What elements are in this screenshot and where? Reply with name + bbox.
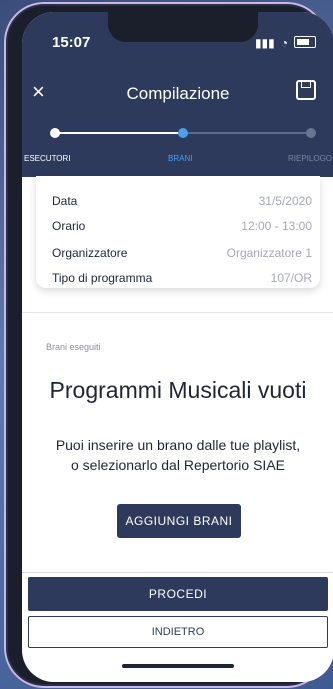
stepper-line-done bbox=[56, 132, 184, 134]
step-dot-brani[interactable] bbox=[178, 128, 188, 138]
empty-state-title: Programmi Musicali vuoti bbox=[49, 377, 307, 403]
signal-icon: ▮▮▮ bbox=[254, 36, 275, 50]
detail-value: 12:00 - 13:00 bbox=[241, 219, 312, 233]
app-screen: 15:07 ▮▮▮ ◔ × Compilazione ESECUTORI BRA… bbox=[22, 12, 333, 682]
wifi-icon: ◔ bbox=[280, 36, 288, 50]
page-title: Compilazione bbox=[126, 84, 230, 103]
section-label: Brani eseguiti bbox=[46, 342, 101, 352]
detail-row-organizzatore: Organizzatore Organizzatore 1 bbox=[52, 246, 312, 260]
detail-row-orario: Orario 12:00 - 13:00 bbox=[52, 219, 312, 233]
phone-frame: 15:07 ▮▮▮ ◔ × Compilazione ESECUTORI BRA… bbox=[4, 2, 333, 688]
detail-row-tipo: Tipo di programma 107/OR bbox=[52, 271, 312, 285]
detail-row-data: Data 31/5/2020 bbox=[52, 194, 312, 208]
detail-value: 31/5/2020 bbox=[258, 194, 312, 208]
back-button[interactable]: INDIETRO bbox=[28, 616, 328, 648]
step-label-brani[interactable]: BRANI bbox=[168, 154, 192, 163]
step-label-riepilogo[interactable]: RIEPILOGO bbox=[288, 154, 332, 163]
step-dot-riepilogo[interactable] bbox=[306, 128, 316, 138]
detail-key: Organizzatore bbox=[52, 246, 128, 260]
step-dot-esecutori[interactable] bbox=[50, 128, 60, 138]
details-card: Data 31/5/2020 Orario 12:00 - 13:00 Orga… bbox=[36, 176, 320, 288]
add-songs-button[interactable]: AGGIUNGI BRANI bbox=[117, 504, 241, 538]
divider bbox=[22, 312, 333, 313]
footer-divider bbox=[22, 572, 333, 573]
detail-key: Tipo di programma bbox=[52, 271, 153, 285]
detail-value: 107/OR bbox=[270, 271, 312, 285]
notch bbox=[108, 12, 258, 42]
detail-key: Data bbox=[52, 194, 78, 208]
proceed-button[interactable]: PROCEDI bbox=[28, 577, 328, 611]
battery-icon bbox=[294, 36, 316, 48]
step-label-esecutori[interactable]: ESECUTORI bbox=[24, 154, 71, 163]
empty-state-description: Puoi inserire un brano dalle tue playlis… bbox=[55, 437, 301, 473]
top-bar: 15:07 ▮▮▮ ◔ × Compilazione ESECUTORI BRA… bbox=[22, 12, 333, 177]
stepper-line-remaining bbox=[184, 132, 312, 134]
home-indicator bbox=[122, 664, 234, 668]
save-icon[interactable] bbox=[296, 80, 316, 100]
status-icons: ▮▮▮ ◔ bbox=[255, 36, 316, 50]
detail-value: Organizzatore 1 bbox=[226, 246, 312, 260]
detail-key: Orario bbox=[52, 219, 86, 233]
status-time: 15:07 bbox=[52, 34, 91, 51]
